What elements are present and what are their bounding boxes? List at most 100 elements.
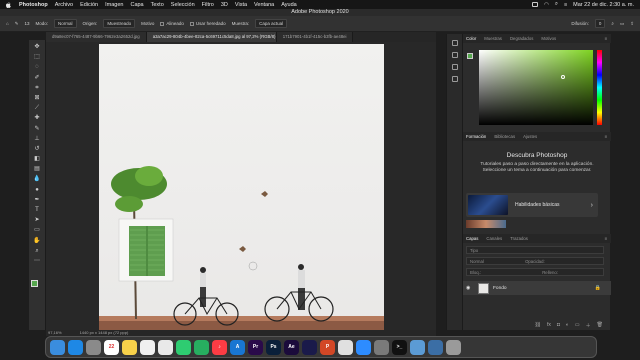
menu-ayuda[interactable]: Ayuda [281,2,297,8]
dock-app-after-effects-icon[interactable]: Ae [284,339,299,355]
menu-capa[interactable]: Capa [130,2,143,8]
dock-app-facetime-icon[interactable] [194,339,209,355]
workspace-icon[interactable]: ▭ [620,21,624,27]
eyedropper-tool-icon[interactable]: ⟋ [33,104,42,112]
menu-seleccion[interactable]: Selección [171,2,195,8]
dock-app-fotos-icon[interactable] [158,339,173,355]
menu-texto[interactable]: Texto [151,2,164,8]
dock-app-chrome-icon[interactable] [338,339,353,355]
dock-app-terminal-icon[interactable]: >_ [392,339,407,355]
delete-layer-icon[interactable]: 🗑 [597,322,603,328]
layer-name[interactable]: Fondo [493,286,507,291]
dock-app-media-encoder-icon[interactable] [302,339,317,355]
search-tool-icon[interactable]: ⌕ [611,21,614,26]
aligned-checkbox[interactable]: Alineado [160,21,184,26]
tab-color[interactable]: Color [466,36,476,41]
history-panel-icon[interactable] [451,40,458,46]
dodge-tool-icon[interactable]: ● [33,186,42,194]
dock-app-photoshop-icon[interactable]: Ps [266,339,281,355]
tab-libraries[interactable]: Bibliotecas [494,134,515,139]
color-picker-handle[interactable] [561,75,565,79]
dock-app-premiere-pro-icon[interactable]: Pr [248,339,263,355]
tab-layers[interactable]: Capas [466,236,478,241]
layer-style-icon[interactable]: fx [547,322,551,328]
type-tool-icon[interactable]: T [33,206,42,214]
dock-app-pantalla-icon[interactable] [428,339,443,355]
screen-mirror-icon[interactable] [532,2,539,7]
sample-select[interactable]: Capa actual [255,19,288,28]
learn-menu-icon[interactable]: ≡ [604,134,607,139]
layers-menu-icon[interactable]: ≡ [604,236,607,241]
dock-app-calendario-icon[interactable]: 22 [104,339,119,355]
menu-vista[interactable]: Vista [235,2,247,8]
marquee-tool-icon[interactable]: ⬚ [33,53,42,61]
tab-document-1[interactable]: d9a8ec07-f765-4487-9b66-7962e3a2652d.jpg [46,32,147,42]
color-field[interactable] [479,50,593,125]
menu-imagen[interactable]: Imagen [105,2,123,8]
mask-icon[interactable]: ◘ [557,322,560,328]
app-menu[interactable]: Photoshop [19,2,48,8]
group-icon[interactable]: ▭ [575,322,580,328]
more-tools-icon[interactable]: ⋯ [33,257,42,265]
hue-slider[interactable] [597,50,602,125]
lock-row[interactable]: Bloq.: Relleno: [466,268,604,276]
tab-adjustments[interactable]: Ajustes [523,134,537,139]
frame-tool-icon[interactable]: ⊠ [33,94,42,102]
character-panel-icon[interactable] [451,76,458,82]
dock-app-música-icon[interactable]: ♪ [212,339,227,355]
dock-app-vista-previa-icon[interactable] [410,339,425,355]
healing-brush-tool-icon[interactable]: ✚ [33,114,42,122]
dock-app-mensajes-icon[interactable] [176,339,191,355]
clock[interactable]: Mar 22 de dic. 2:30 a. m. [573,2,634,8]
spread-field[interactable]: 0 [594,19,606,28]
apple-icon[interactable] [6,1,11,8]
sample-legacy-checkbox[interactable]: Usar heredado [189,21,226,26]
origin-pattern-button[interactable]: Motivo [141,21,154,26]
move-tool-icon[interactable]: ✥ [33,43,42,51]
clone-stamp-icon[interactable]: ✎ [15,21,19,27]
dock-app-finder-icon[interactable] [50,339,65,355]
tab-patterns[interactable]: Motivos [541,36,556,41]
menu-filtro[interactable]: Filtro [202,2,214,8]
dock-app-notas-icon[interactable] [122,339,137,355]
foreground-color-swatch[interactable] [31,280,38,287]
tab-document-3[interactable]: 171b7901-4b1f-415c-b3fb-ae48ei [276,32,354,42]
origin-sampled-button[interactable]: Muestreado [103,19,136,28]
search-icon[interactable]: ⌕ [555,1,558,8]
visibility-eye-icon[interactable]: ◉ [466,285,472,291]
shape-tool-icon[interactable]: ▭ [33,226,42,234]
link-layers-icon[interactable]: ⛓ [535,322,541,328]
new-layer-icon[interactable]: ＋ [586,322,591,329]
layer-row-fondo[interactable]: ◉ Fondo 🔒 [463,281,611,295]
pen-tool-icon[interactable]: ✒ [33,196,42,204]
image-canvas[interactable] [99,44,384,330]
history-brush-tool-icon[interactable]: ↺ [33,145,42,153]
clone-stamp-tool-icon[interactable]: ⊥ [33,135,42,143]
brush-tool-icon[interactable]: ✎ [33,125,42,133]
dock-app-safari-icon[interactable] [68,339,83,355]
path-select-tool-icon[interactable]: ➤ [33,216,42,224]
menu-3d[interactable]: 3D [221,2,228,8]
panel-foreground-swatch[interactable] [467,53,473,59]
control-center-icon[interactable]: ≡ [564,2,567,8]
dock-app-recordatorios-icon[interactable] [140,339,155,355]
dock-app-launchpad-icon[interactable] [86,339,101,355]
lasso-tool-icon[interactable]: ◌ [33,63,42,71]
dock-app-app-store-icon[interactable]: A [230,339,245,355]
learn-card-basic-skills[interactable]: Habilidades básicas › [466,193,598,217]
zoom-tool-icon[interactable]: ⌕ [33,247,42,255]
dock-app-papelera-icon[interactable] [446,339,461,355]
eraser-tool-icon[interactable]: ◧ [33,155,42,163]
tab-swatches[interactable]: Muestras [484,36,502,41]
blur-tool-icon[interactable]: 💧 [33,175,42,183]
lock-icon[interactable]: 🔒 [595,285,601,291]
blend-mode-select[interactable]: Normal Opacidad: [466,257,604,265]
dock-app-preferencias-icon[interactable] [374,339,389,355]
hand-tool-icon[interactable]: ✋ [33,237,42,245]
tab-paths[interactable]: Trazados [510,236,528,241]
tab-learn[interactable]: Formación [466,134,486,139]
crop-tool-icon[interactable]: ⌗ [33,84,42,92]
brush-size-field[interactable]: 13 [25,21,30,26]
tab-document-2[interactable]: a3a7ac29-804b-4bee-82ca-5c69711c5da8.jpg… [146,32,277,42]
gradient-tool-icon[interactable]: ▤ [33,165,42,173]
